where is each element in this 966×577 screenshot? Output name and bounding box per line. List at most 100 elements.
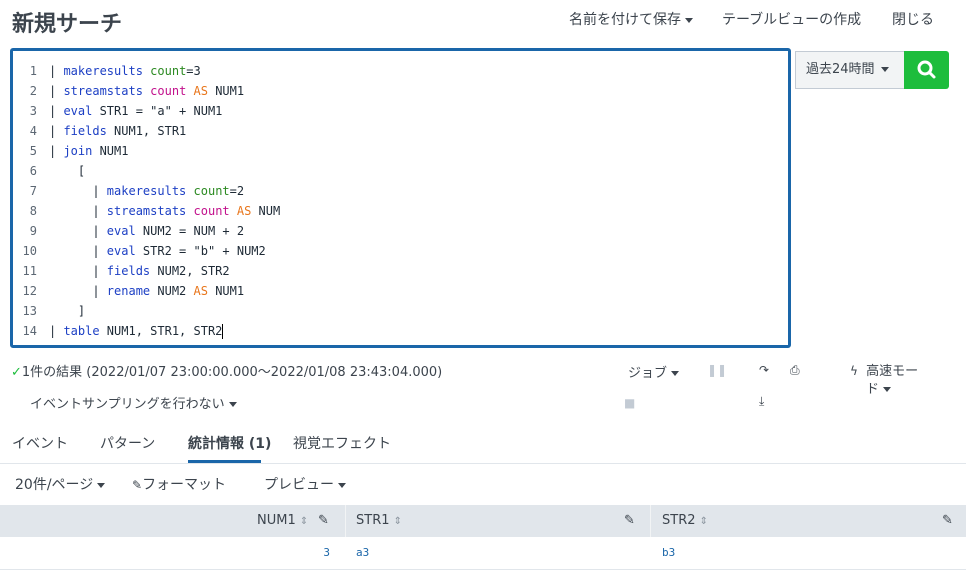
editor-line[interactable]: 13 ] — [13, 301, 788, 321]
code-token: count — [150, 64, 187, 78]
code-token: | — [49, 284, 107, 298]
format-menu[interactable]: ✎フォーマット — [132, 474, 226, 494]
pencil-icon[interactable]: ✎ — [624, 505, 635, 537]
code-token: streamstats — [106, 204, 187, 218]
editor-line[interactable]: 11 | fields NUM2, STR2 — [13, 261, 788, 281]
stop-icon[interactable]: ■ — [624, 396, 635, 410]
bolt-icon: ϟ — [850, 364, 858, 378]
event-sampling-label: イベントサンプリングを行わない — [30, 397, 225, 412]
editor-code: | eval STR1 = "a" + NUM1 — [49, 101, 222, 121]
pause-icon[interactable]: ❚❚ — [707, 363, 727, 377]
checkmark-icon: ✓ — [11, 365, 22, 380]
code-token: | — [49, 84, 64, 98]
editor-line[interactable]: 8 | streamstats count AS NUM — [13, 201, 788, 221]
tab-statistics[interactable]: 統計情報 (1) — [188, 433, 271, 453]
tab-patterns[interactable]: パターン — [100, 433, 155, 453]
editor-code: | eval STR2 = "b" + NUM2 — [49, 241, 265, 261]
code-token: NUM2 — [150, 284, 194, 298]
line-number: 7 — [29, 184, 37, 198]
editor-line[interactable]: 7 | makeresults count=2 — [13, 181, 788, 201]
pencil-icon[interactable]: ✎ — [942, 505, 953, 537]
editor-code: | fields NUM2, STR2 — [49, 261, 229, 281]
save-as-menu[interactable]: 名前を付けて保存 — [569, 9, 693, 29]
editor-line[interactable]: 2 | streamstats count AS NUM1 — [13, 81, 788, 101]
chevron-down-icon — [97, 482, 106, 488]
editor-line[interactable]: 1 | makeresults count=3 — [13, 61, 788, 81]
result-summary: ✓1件の結果 (2022/01/07 23:00:00.000〜2022/01/… — [11, 361, 442, 380]
print-icon[interactable]: ⎙ — [790, 363, 800, 378]
text-cursor — [222, 324, 224, 339]
pencil-icon[interactable]: ✎ — [318, 505, 329, 537]
code-token: | — [49, 244, 107, 258]
share-icon[interactable]: ↷ — [759, 363, 769, 377]
code-token: NUM2 = NUM + 2 — [135, 224, 245, 238]
chevron-down-icon — [883, 387, 892, 392]
search-icon — [917, 60, 936, 79]
code-token: STR1 = "a" + NUM1 — [92, 104, 223, 118]
line-number: 6 — [29, 164, 37, 178]
cell-num1[interactable]: 3 — [0, 537, 330, 569]
cell-str1[interactable]: a3 — [356, 537, 369, 569]
search-mode-menu[interactable]: ϟ 高速モー ド — [850, 362, 918, 399]
code-token: | — [49, 64, 64, 78]
search-button[interactable] — [904, 51, 949, 89]
editor-code: | streamstats count AS NUM — [49, 201, 280, 221]
code-token: AS — [193, 284, 208, 298]
editor-line[interactable]: 6 [ — [13, 161, 788, 181]
preview-menu[interactable]: プレビュー — [264, 474, 346, 494]
code-token: fields — [63, 124, 107, 138]
editor-line[interactable]: 9 | eval NUM2 = NUM + 2 — [13, 221, 788, 241]
column-header-str2[interactable]: STR2 ⇕ — [662, 505, 708, 537]
per-page-menu[interactable]: 20件/ページ — [15, 474, 106, 494]
tab-visualization[interactable]: 視覚エフェクト — [293, 433, 391, 453]
code-token: [ — [49, 164, 86, 178]
editor-line[interactable]: 12 | rename NUM2 AS NUM1 — [13, 281, 788, 301]
code-token: count — [193, 184, 230, 198]
search-mode-label-2: ド — [866, 382, 880, 397]
line-number: 8 — [29, 204, 37, 218]
code-token: ] — [49, 304, 86, 318]
pencil-icon: ✎ — [132, 478, 143, 492]
editor-line[interactable]: 14 | table NUM1, STR1, STR2 — [13, 321, 788, 341]
column-divider — [345, 505, 346, 537]
time-range-picker[interactable]: 過去24時間 — [795, 51, 904, 89]
code-token: fields — [106, 264, 151, 278]
tab-events[interactable]: イベント — [12, 433, 68, 453]
create-table-view-button[interactable]: テーブルビューの作成 — [722, 9, 861, 29]
line-number: 14 — [22, 324, 37, 338]
column-header-str1[interactable]: STR1 ⇕ — [356, 505, 402, 537]
editor-line[interactable]: 4 | fields NUM1, STR1 — [13, 121, 788, 141]
cell-str2[interactable]: b3 — [662, 537, 675, 569]
code-token: | — [49, 224, 107, 238]
sort-icon: ⇕ — [699, 516, 709, 527]
job-menu[interactable]: ジョブ — [628, 362, 680, 381]
event-sampling-menu[interactable]: イベントサンプリングを行わない — [30, 393, 237, 412]
download-icon[interactable]: ⤓ — [759, 394, 764, 409]
code-token: streamstats — [63, 84, 143, 98]
editor-line[interactable]: 3 | eval STR1 = "a" + NUM1 — [13, 101, 788, 121]
table-row: 3 a3 b3 — [0, 537, 966, 570]
line-number: 11 — [22, 264, 37, 278]
editor-line[interactable]: 5 | join NUM1 — [13, 141, 788, 161]
column-label: STR2 — [662, 513, 696, 528]
column-label: NUM1 — [257, 513, 296, 528]
code-token: NUM — [251, 204, 281, 218]
editor-code: ] — [49, 301, 85, 321]
code-token: NUM1 — [92, 144, 129, 158]
results-tabs: イベント パターン 統計情報 (1) 視覚エフェクト — [0, 423, 966, 464]
line-number: 12 — [22, 284, 37, 298]
code-token: NUM1 — [207, 84, 245, 98]
chevron-down-icon — [880, 67, 889, 72]
code-token: NUM1, STR1, STR2 — [99, 324, 223, 338]
code-token: makeresults — [63, 64, 143, 78]
column-header-num1[interactable]: NUM1 ⇕ — [257, 505, 308, 537]
code-token: | — [49, 204, 107, 218]
editor-line[interactable]: 10 | eval STR2 = "b" + NUM2 — [13, 241, 788, 261]
search-editor[interactable]: 1 | makeresults count=3 2 | streamstats cou… — [10, 48, 791, 348]
line-number: 1 — [29, 64, 37, 78]
active-tab-indicator — [188, 460, 261, 463]
close-button[interactable]: 閉じる — [892, 9, 934, 29]
